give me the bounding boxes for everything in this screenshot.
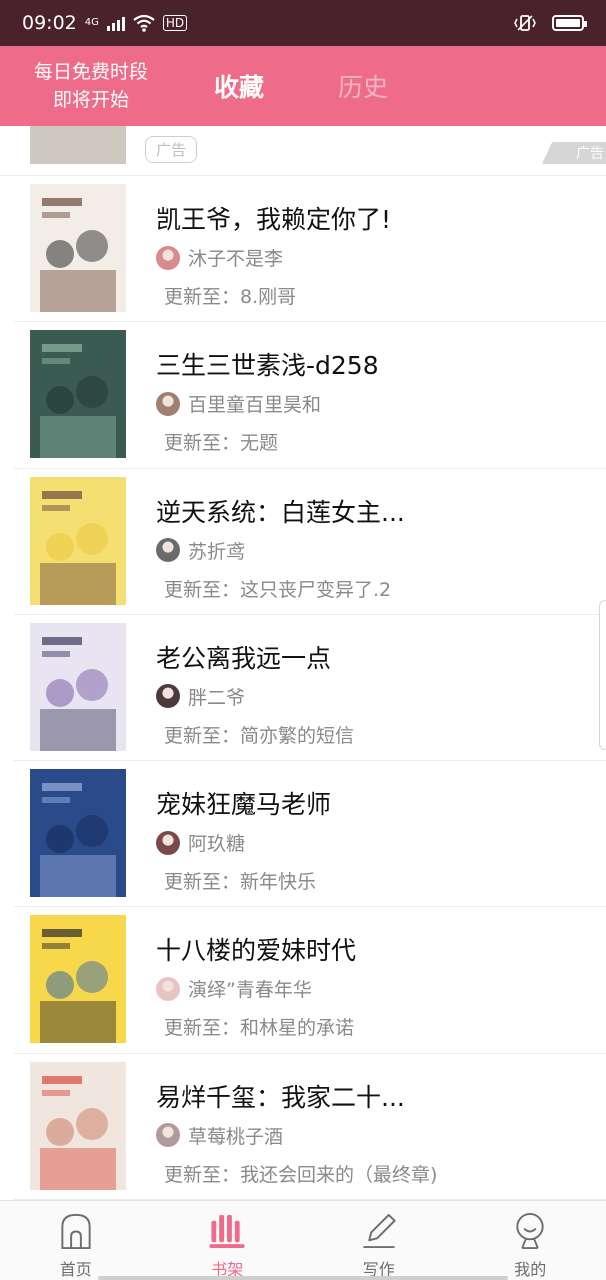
hd-badge: HD bbox=[162, 15, 188, 31]
author-row: 胖二爷 bbox=[156, 683, 245, 710]
book-list-item[interactable]: 逆天系统：白莲女主... 苏折鸢更新至：这只丧尸变异了.2 bbox=[0, 469, 606, 615]
author-avatar bbox=[156, 684, 180, 709]
book-cover-art bbox=[30, 476, 126, 605]
book-list-item[interactable]: 三生三世素浅-d258 百里童百里昊和更新至：无题 bbox=[0, 322, 606, 469]
latest-chapter: 更新至：这只丧尸变异了.2 bbox=[164, 578, 392, 601]
home-indicator[interactable] bbox=[98, 1276, 508, 1280]
vibrate-icon bbox=[514, 15, 536, 31]
nav-bookshelf[interactable]: 书架 bbox=[152, 1201, 304, 1280]
book-title: 十八楼的爱妹时代 bbox=[156, 936, 357, 966]
bottom-navigation: 首页 书架 写作 我的 bbox=[0, 1200, 606, 1280]
book-list-item[interactable]: 凯王爷，我赖定你了! 沐子不是李更新至：8.刚哥 bbox=[0, 176, 606, 323]
author-row: 百里童百里昊和 bbox=[156, 390, 321, 417]
nav-home-label: 首页 bbox=[59, 1260, 92, 1279]
ad-badge: 广告 bbox=[145, 136, 198, 163]
home-icon bbox=[61, 1213, 91, 1250]
status-time: 09:02 bbox=[22, 12, 77, 34]
book-cover-art bbox=[30, 1061, 126, 1190]
book-list-item[interactable]: 十八楼的爱妹时代演绎”青春年华更新至：和林星的承诺 bbox=[0, 907, 606, 1054]
book-cover[interactable] bbox=[30, 769, 126, 898]
book-cover-art bbox=[30, 915, 126, 1044]
network-type: 4G bbox=[84, 17, 99, 28]
book-cover[interactable] bbox=[30, 915, 126, 1044]
nav-profile-label: 我的 bbox=[514, 1260, 547, 1279]
ad-corner-text: 广告 bbox=[576, 146, 604, 162]
ad-banner[interactable]: 广告 广告 bbox=[0, 126, 606, 176]
author-name: 演绎”青春年华 bbox=[188, 979, 312, 1002]
tab-favorites[interactable]: 收藏 bbox=[214, 68, 264, 104]
author-row: 演绎”青春年华 bbox=[156, 975, 312, 1002]
author-name: 胖二爷 bbox=[188, 686, 246, 709]
latest-chapter: 更新至：无题 bbox=[164, 432, 279, 455]
book-title: 凯王爷，我赖定你了! bbox=[156, 205, 392, 234]
bookshelf-list: 凯王爷，我赖定你了! 沐子不是李更新至：8.刚哥三生三世素浅-d258 百里童百里昊… bbox=[0, 176, 606, 1201]
book-title: 老公离我远一点 bbox=[156, 643, 332, 673]
author-avatar bbox=[156, 391, 180, 416]
author-row: 沐子不是李 bbox=[156, 244, 283, 271]
latest-chapter: 更新至：我还会回来的（最终章) bbox=[164, 1163, 438, 1186]
pen-icon bbox=[363, 1213, 396, 1249]
book-title: 三生三世素浅-d258 bbox=[156, 351, 379, 381]
nav-write[interactable]: 写作 bbox=[303, 1201, 455, 1280]
latest-chapter: 更新至：8.刚哥 bbox=[164, 286, 297, 308]
author-name: 沐子不是李 bbox=[188, 248, 284, 270]
wifi-icon bbox=[133, 14, 155, 32]
nav-profile[interactable]: 我的 bbox=[455, 1201, 606, 1280]
scroll-handle[interactable] bbox=[599, 600, 606, 750]
status-bar: 09:02 4G HD bbox=[0, 0, 606, 46]
book-cover[interactable] bbox=[30, 184, 126, 312]
author-avatar bbox=[156, 976, 180, 1001]
book-cover[interactable] bbox=[30, 1061, 126, 1190]
book-cover-art bbox=[30, 769, 126, 898]
nav-home[interactable]: 首页 bbox=[0, 1201, 152, 1280]
book-cover[interactable] bbox=[30, 476, 126, 605]
author-avatar bbox=[156, 245, 180, 270]
book-cover-art bbox=[30, 184, 126, 312]
author-name: 阿玖糖 bbox=[188, 833, 246, 856]
profile-icon bbox=[516, 1212, 544, 1250]
book-cover-art bbox=[30, 330, 126, 459]
book-cover-art bbox=[30, 622, 126, 751]
ad-corner-label: 广告 bbox=[542, 142, 606, 164]
author-avatar bbox=[156, 1123, 180, 1148]
tab-history[interactable]: 历史 bbox=[338, 68, 388, 104]
author-name: 苏折鸢 bbox=[188, 540, 246, 563]
latest-chapter: 更新至：和林星的承诺 bbox=[164, 1017, 355, 1040]
cellular-signal-icon bbox=[106, 15, 125, 31]
author-avatar bbox=[156, 830, 180, 855]
battery-icon bbox=[552, 15, 587, 31]
ad-thumbnail bbox=[30, 126, 126, 164]
book-list-item[interactable]: 宠妹狂魔马老师阿玖糖更新至：新年快乐 bbox=[0, 761, 606, 908]
bookshelf-icon bbox=[209, 1214, 245, 1249]
free-period-banner[interactable]: 每日免费时段 即将开始 bbox=[0, 58, 180, 114]
book-cover[interactable] bbox=[30, 622, 126, 751]
book-title: 逆天系统：白莲女主... bbox=[156, 497, 405, 527]
book-cover[interactable] bbox=[30, 330, 126, 459]
author-avatar bbox=[156, 538, 180, 563]
latest-chapter: 更新至：新年快乐 bbox=[164, 871, 317, 894]
book-title: 易烊千玺：我家二十... bbox=[156, 1082, 405, 1112]
author-row: 苏折鸢 bbox=[156, 537, 245, 564]
book-list-item[interactable]: 易烊千玺：我家二十... 草莓桃子酒更新至：我还会回来的（最终章) bbox=[0, 1054, 606, 1201]
promo-line-2: 即将开始 bbox=[52, 89, 129, 111]
author-row: 阿玖糖 bbox=[156, 829, 245, 856]
author-name: 百里童百里昊和 bbox=[188, 394, 322, 417]
author-name: 草莓桃子酒 bbox=[188, 1125, 284, 1148]
book-list-item[interactable]: 老公离我远一点胖二爷更新至：简亦繁的短信 bbox=[0, 615, 606, 762]
top-header: 每日免费时段 即将开始 收藏 历史 bbox=[0, 46, 606, 126]
promo-line-1: 每日免费时段 bbox=[33, 61, 148, 83]
author-row: 草莓桃子酒 bbox=[156, 1122, 283, 1149]
book-title: 宠妹狂魔马老师 bbox=[156, 790, 332, 820]
latest-chapter: 更新至：简亦繁的短信 bbox=[164, 724, 355, 747]
